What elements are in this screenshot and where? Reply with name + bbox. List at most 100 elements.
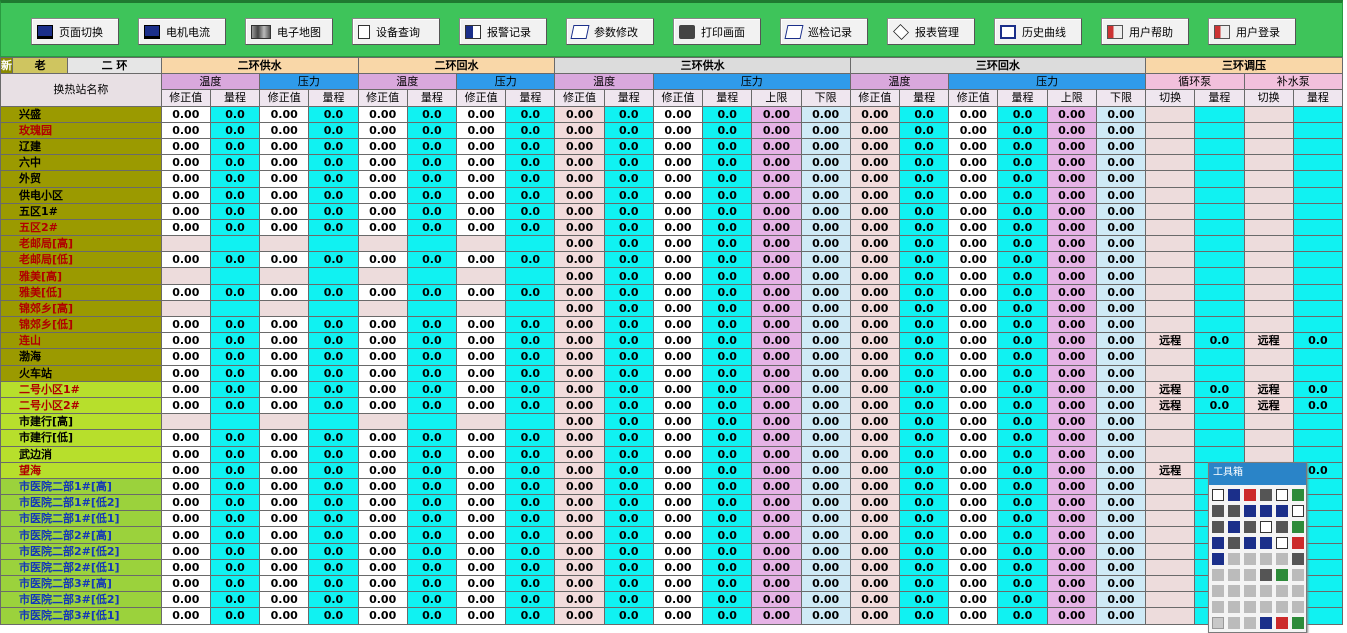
toolbox-tool-icon[interactable] bbox=[1244, 617, 1256, 629]
toolbox-tool-icon[interactable] bbox=[1276, 617, 1288, 629]
toolbox-tool-icon[interactable] bbox=[1292, 505, 1304, 517]
station-name-cell[interactable]: 五区1# bbox=[0, 202, 162, 220]
toolbox-tool-icon[interactable] bbox=[1228, 537, 1240, 549]
toolbox-tool-icon[interactable] bbox=[1244, 521, 1256, 533]
station-name-cell[interactable]: 锦郊乡[低] bbox=[0, 315, 162, 334]
station-name-cell[interactable]: 市医院二部2#[低2] bbox=[0, 542, 162, 560]
toolbox-tool-icon[interactable] bbox=[1260, 617, 1272, 629]
toolbox-tool-icon[interactable] bbox=[1292, 585, 1304, 597]
table-row[interactable]: 市医院二部3#[低1] 0.00 0.0 0.00 0.0 0.00 0.0 0.00 0.0 0… bbox=[0, 607, 1344, 625]
station-name-cell[interactable]: 供电小区 bbox=[0, 186, 162, 204]
toolbox-tool-icon[interactable] bbox=[1260, 537, 1272, 549]
toolbox-tool-icon[interactable] bbox=[1228, 601, 1240, 613]
station-name-cell[interactable]: 二号小区2# bbox=[0, 396, 162, 415]
station-name-cell[interactable]: 老邮局[低] bbox=[0, 251, 162, 269]
table-row[interactable]: 二号小区2# 0.00 0.0 0.00 0.0 0.00 0.0 0.00 0.0 0.00 0.… bbox=[0, 396, 1344, 415]
toolbox-tool-icon[interactable] bbox=[1276, 489, 1288, 501]
user-help-button[interactable]: 用户帮助 bbox=[1101, 18, 1189, 45]
table-row[interactable]: 市医院二部2#[低1] 0.00 0.0 0.00 0.0 0.00 0.0 0.00 0.0 0… bbox=[0, 558, 1344, 577]
station-name-cell[interactable]: 市医院二部2#[低1] bbox=[0, 558, 162, 577]
toolbox-tool-icon[interactable] bbox=[1276, 521, 1288, 533]
table-row[interactable]: 雅美[低] 0.00 0.0 0.00 0.0 0.00 0.0 0.00 0.0 0.00 0.0… bbox=[0, 283, 1344, 301]
table-row[interactable]: 市医院二部3#[低2] 0.00 0.0 0.00 0.0 0.00 0.0 0.00 0.0 0… bbox=[0, 591, 1344, 609]
electronic-map-button[interactable]: 电子地图 bbox=[245, 18, 333, 45]
station-name-cell[interactable]: 市医院二部1#[低2] bbox=[0, 494, 162, 512]
toolbox-tool-icon[interactable] bbox=[1244, 585, 1256, 597]
table-row[interactable]: 火车站 0.00 0.0 0.00 0.0 0.00 0.0 0.00 0.0 0.00 0.0 0.… bbox=[0, 364, 1344, 382]
station-name-cell[interactable]: 市医院二部2#[高] bbox=[0, 526, 162, 544]
station-name-cell[interactable]: 雅美[高] bbox=[0, 267, 162, 285]
station-name-cell[interactable]: 连山 bbox=[0, 332, 162, 350]
toolbox-tool-icon[interactable] bbox=[1292, 521, 1304, 533]
table-row[interactable]: 市建行[低] 0.00 0.0 0.00 0.0 0.00 0.0 0.00 0.0 0.00 0.… bbox=[0, 429, 1344, 447]
toolbox-tool-icon[interactable] bbox=[1276, 569, 1288, 581]
pump-mode-cell[interactable]: 远程 bbox=[1243, 380, 1294, 398]
toolbox-tool-icon[interactable] bbox=[1212, 585, 1224, 597]
tab-ring2[interactable]: 二 环 bbox=[67, 56, 162, 75]
page-switch-button[interactable]: 页面切换 bbox=[31, 18, 119, 45]
toolbox-tool-icon[interactable] bbox=[1292, 537, 1304, 549]
toolbox-tool-icon[interactable] bbox=[1260, 521, 1272, 533]
toolbox-tool-icon[interactable] bbox=[1292, 601, 1304, 613]
toolbox-tool-icon[interactable] bbox=[1292, 489, 1304, 501]
toolbox-tool-icon[interactable] bbox=[1212, 505, 1224, 517]
table-row[interactable]: 连山 0.00 0.0 0.00 0.0 0.00 0.0 0.00 0.0 0.00 0.0 0.0… bbox=[0, 332, 1344, 350]
station-name-cell[interactable]: 渤海 bbox=[0, 348, 162, 366]
inspection-record-button[interactable]: 巡检记录 bbox=[780, 18, 868, 45]
table-row[interactable]: 锦郊乡[高] 0.00 0.0 0.00 0.0 0.00 0.00 0.00 0.0 0.00 0… bbox=[0, 299, 1344, 318]
table-row[interactable]: 六中 0.00 0.0 0.00 0.0 0.00 0.0 0.00 0.0 0.00 0.0 0.0… bbox=[0, 154, 1344, 172]
table-row[interactable]: 渤海 0.00 0.0 0.00 0.0 0.00 0.0 0.00 0.0 0.00 0.0 0.0… bbox=[0, 348, 1344, 366]
pump-mode-cell[interactable]: 远程 bbox=[1145, 332, 1196, 350]
toolbox-tool-icon[interactable] bbox=[1260, 505, 1272, 517]
table-row[interactable]: 市医院二部1#[高] 0.00 0.0 0.00 0.0 0.00 0.0 0.00 0.0 0.… bbox=[0, 477, 1344, 496]
station-name-cell[interactable]: 市建行[低] bbox=[0, 429, 162, 447]
pump-mode-cell[interactable]: 远程 bbox=[1243, 332, 1294, 350]
table-row[interactable]: 供电小区 0.00 0.0 0.00 0.0 0.00 0.0 0.00 0.0 0.00 0.0 0… bbox=[0, 186, 1344, 204]
toolbox-tool-icon[interactable] bbox=[1228, 521, 1240, 533]
table-row[interactable]: 市医院二部1#[低1] 0.00 0.0 0.00 0.0 0.00 0.0 0.00 0.0 0… bbox=[0, 510, 1344, 528]
toolbox-tool-icon[interactable] bbox=[1292, 617, 1304, 629]
alarm-record-button[interactable]: 报警记录 bbox=[459, 18, 547, 45]
toolbox-tool-icon[interactable] bbox=[1260, 489, 1272, 501]
table-row[interactable]: 玫瑰园 0.00 0.0 0.00 0.0 0.00 0.0 0.00 0.0 0.00 0.0 0.… bbox=[0, 121, 1344, 139]
toolbox-tool-icon[interactable] bbox=[1276, 537, 1288, 549]
toolbox-tool-icon[interactable] bbox=[1212, 601, 1224, 613]
pump-mode-cell[interactable]: 远程 bbox=[1145, 380, 1196, 398]
toolbox-tool-icon[interactable] bbox=[1260, 601, 1272, 613]
station-name-cell[interactable]: 二号小区1# bbox=[0, 380, 162, 398]
toolbox-tool-icon[interactable] bbox=[1212, 569, 1224, 581]
station-name-cell[interactable]: 锦郊乡[高] bbox=[0, 299, 162, 318]
station-name-cell[interactable]: 市医院二部1#[高] bbox=[0, 477, 162, 496]
table-row[interactable]: 老邮局[低] 0.00 0.0 0.00 0.0 0.00 0.0 0.00 0.0 0.00 0.… bbox=[0, 251, 1344, 269]
report-manage-button[interactable]: 报表管理 bbox=[887, 18, 975, 45]
toolbox-tool-icon[interactable] bbox=[1260, 585, 1272, 597]
table-row[interactable]: 市医院二部2#[低2] 0.00 0.0 0.00 0.0 0.00 0.0 0.00 0.0 0… bbox=[0, 542, 1344, 560]
toolbox-tool-icon[interactable] bbox=[1212, 521, 1224, 533]
station-name-cell[interactable]: 市建行[高] bbox=[0, 413, 162, 431]
device-query-button[interactable]: 设备查询 bbox=[352, 18, 440, 45]
toolbox-tool-icon[interactable] bbox=[1244, 537, 1256, 549]
toolbox-tool-icon[interactable] bbox=[1260, 553, 1272, 565]
toolbox-tool-icon[interactable] bbox=[1228, 569, 1240, 581]
station-name-cell[interactable]: 玫瑰园 bbox=[0, 121, 162, 139]
print-screen-button[interactable]: 打印画面 bbox=[673, 18, 761, 45]
toolbox-tool-icon[interactable] bbox=[1276, 553, 1288, 565]
station-name-cell[interactable]: 外贸 bbox=[0, 170, 162, 188]
table-row[interactable]: 武边消 0.00 0.0 0.00 0.0 0.00 0.0 0.00 0.0 0.00 0.0 0.… bbox=[0, 445, 1344, 463]
toolbox-tool-icon[interactable] bbox=[1292, 553, 1304, 565]
toolbox-tool-icon[interactable] bbox=[1260, 569, 1272, 581]
toolbox-tool-icon[interactable] bbox=[1228, 617, 1240, 629]
pump-mode-cell[interactable]: 远程 bbox=[1243, 396, 1294, 415]
toolbox-tool-icon[interactable] bbox=[1292, 569, 1304, 581]
station-name-cell[interactable]: 六中 bbox=[0, 154, 162, 172]
toolbox-tool-icon[interactable] bbox=[1244, 601, 1256, 613]
toolbox-tool-icon[interactable] bbox=[1276, 505, 1288, 517]
toolbox-tool-icon[interactable] bbox=[1244, 569, 1256, 581]
toolbox-panel[interactable]: 工具箱 bbox=[1208, 462, 1307, 633]
table-row[interactable]: 望海 0.00 0.0 0.00 0.0 0.00 0.0 0.00 0.0 0.00 0.0 0.0… bbox=[0, 461, 1344, 479]
toolbox-tool-icon[interactable] bbox=[1244, 505, 1256, 517]
table-row[interactable]: 兴盛 0.00 0.0 0.00 0.0 0.00 0.0 0.00 0.0 0.00 0.0 0.0… bbox=[0, 105, 1344, 123]
user-login-button[interactable]: 用户登录 bbox=[1208, 18, 1296, 45]
toolbox-tool-icon[interactable] bbox=[1212, 617, 1224, 629]
toolbox-tool-icon[interactable] bbox=[1244, 489, 1256, 501]
